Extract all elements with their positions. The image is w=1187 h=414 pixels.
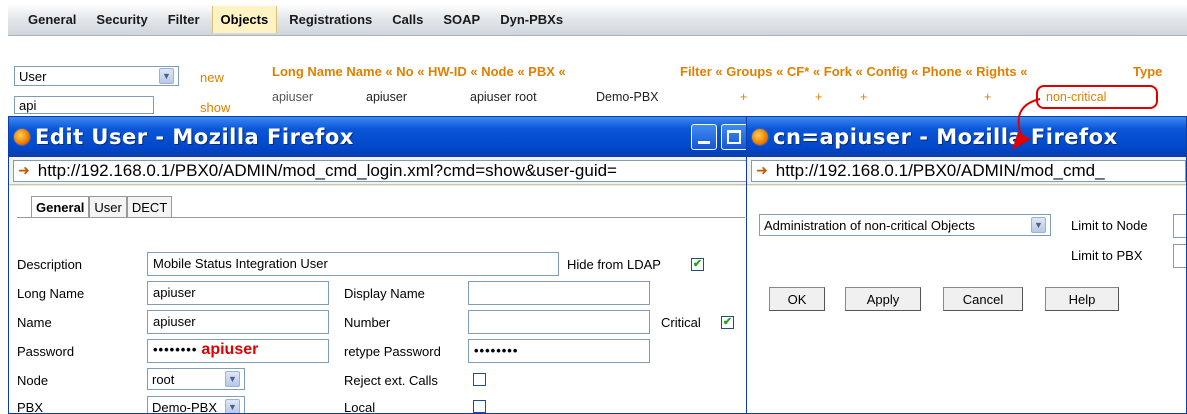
- description-field[interactable]: Mobile Status Integration User: [147, 252, 559, 276]
- hide-ldap-checkbox[interactable]: ✔: [691, 258, 704, 271]
- cell-node: root: [515, 90, 537, 104]
- table-header-main[interactable]: Long Name Name « No « HW-ID « Node « PBX…: [272, 64, 566, 79]
- limit-node-label: Limit to Node: [1071, 218, 1148, 233]
- reject-ext-calls-checkbox[interactable]: [473, 373, 486, 386]
- name-field[interactable]: apiuser: [147, 310, 329, 334]
- nav-tab-dyn-pbxs[interactable]: Dyn-PBXs: [492, 6, 571, 33]
- edit-user-url-text: http://192.168.0.1/PBX0/ADMIN/mod_cmd_lo…: [37, 160, 617, 180]
- retype-password-dots: ••••••••: [474, 343, 519, 358]
- nav-tab-security[interactable]: Security: [88, 6, 155, 33]
- nav-tab-soap[interactable]: SOAP: [435, 6, 488, 33]
- tab-user[interactable]: User: [89, 196, 127, 217]
- rights-titlebar[interactable]: cn=apiuser - Mozilla Firefox: [747, 117, 1186, 157]
- rights-content: Administration of non-critical Objects ▼…: [747, 186, 1186, 413]
- rights-urlbar: ➜ http://192.168.0.1/PBX0/ADMIN/mod_cmd_: [747, 157, 1186, 185]
- rights-title: cn=apiuser - Mozilla Firefox: [773, 125, 1118, 149]
- table-header-right[interactable]: Filter « Groups « CF* « Fork « Config « …: [680, 64, 1027, 79]
- number-field[interactable]: [468, 310, 650, 334]
- critical-label: Critical: [661, 315, 701, 330]
- apply-button[interactable]: Apply: [845, 287, 921, 311]
- cell-groups-plus[interactable]: +: [815, 90, 822, 104]
- nav-tab-filter[interactable]: Filter: [160, 6, 208, 33]
- rights-url-field[interactable]: ➜ http://192.168.0.1/PBX0/ADMIN/mod_cmd_: [751, 159, 1186, 182]
- maximize-icon: [727, 130, 741, 144]
- minimize-icon: [698, 141, 710, 144]
- cell-filter-plus[interactable]: +: [740, 90, 747, 104]
- search-input-value: api: [19, 97, 37, 113]
- reject-ext-calls-label: Reject ext. Calls: [344, 373, 438, 388]
- show-link[interactable]: show: [200, 100, 230, 115]
- page-arrow-icon: ➜: [18, 162, 30, 178]
- cell-name: apiuser: [366, 90, 407, 104]
- password-field[interactable]: •••••••• apiuser: [147, 339, 329, 363]
- limit-pbx-label: Limit to PBX: [1071, 248, 1143, 263]
- pbx-select-value: Demo-PBX: [152, 399, 218, 414]
- tab-general[interactable]: General: [31, 196, 90, 217]
- hide-ldap-label: Hide from LDAP: [567, 257, 661, 272]
- retype-password-label: retype Password: [344, 344, 441, 359]
- cell-cf-plus[interactable]: +: [860, 90, 867, 104]
- object-type-value: User: [19, 68, 47, 84]
- edit-user-urlbar: ➜ http://192.168.0.1/PBX0/ADMIN/mod_cmd_…: [9, 157, 751, 185]
- pbx-label: PBX: [17, 400, 44, 414]
- cancel-button[interactable]: Cancel: [943, 287, 1023, 311]
- long-name-field[interactable]: apiuser: [147, 281, 329, 305]
- node-select-value: root: [152, 371, 175, 387]
- node-select[interactable]: root ▼: [147, 368, 245, 390]
- cell-hw-id: apiuser: [470, 90, 511, 104]
- edit-user-url-field[interactable]: ➜ http://192.168.0.1/PBX0/ADMIN/mod_cmd_…: [13, 159, 751, 182]
- edit-user-titlebar[interactable]: Edit User - Mozilla Firefox: [9, 117, 751, 157]
- long-name-label: Long Name: [17, 286, 85, 301]
- node-label: Node: [17, 373, 49, 388]
- search-input[interactable]: api: [14, 96, 154, 114]
- critical-checkbox[interactable]: ✔: [721, 316, 734, 329]
- chevron-down-icon: ▼: [159, 68, 174, 84]
- nav-tab-calls[interactable]: Calls: [384, 6, 431, 33]
- table-header-type[interactable]: Type: [1133, 64, 1162, 79]
- edit-user-tabs: General User DECT: [31, 196, 173, 217]
- display-name-label: Display Name: [344, 286, 425, 301]
- description-label: Description: [17, 257, 83, 272]
- rights-url-text: http://192.168.0.1/PBX0/ADMIN/mod_cmd_: [775, 160, 1105, 180]
- object-type-select[interactable]: User ▼: [14, 66, 179, 86]
- nav-tab-general[interactable]: General: [20, 6, 84, 33]
- password-label: Password: [17, 344, 75, 359]
- cell-phone-plus[interactable]: +: [984, 90, 991, 104]
- display-name-field[interactable]: [468, 281, 650, 305]
- limit-node-field[interactable]: [1173, 214, 1186, 238]
- new-link[interactable]: new: [200, 70, 224, 85]
- password-dots: ••••••••: [153, 342, 198, 357]
- tab-divider: [17, 217, 745, 218]
- password-annotation: apiuser: [201, 341, 259, 358]
- page-arrow-icon: ➜: [756, 162, 768, 178]
- help-button[interactable]: Help: [1045, 287, 1119, 311]
- firefox-icon: [13, 128, 31, 146]
- number-label: Number: [344, 315, 391, 330]
- chevron-down-icon: ▼: [1031, 217, 1046, 233]
- local-label: Local: [344, 400, 376, 414]
- edit-user-title: Edit User - Mozilla Firefox: [35, 125, 354, 149]
- pbx-select[interactable]: Demo-PBX ▼: [147, 396, 245, 414]
- ok-button[interactable]: OK: [769, 287, 825, 311]
- rights-window: cn=apiuser - Mozilla Firefox ➜ http://19…: [746, 116, 1187, 414]
- name-label: Name: [17, 315, 52, 330]
- edit-user-content: General User DECT Description Mobile Sta…: [9, 186, 751, 414]
- limit-pbx-field[interactable]: [1173, 244, 1186, 268]
- annotation-highlight-box: [1036, 85, 1158, 109]
- rights-level-select[interactable]: Administration of non-critical Objects ▼: [759, 214, 1051, 236]
- minimize-button[interactable]: [691, 124, 717, 150]
- firefox-icon: [751, 128, 769, 146]
- nav-tab-registrations[interactable]: Registrations: [281, 6, 380, 33]
- tab-dect[interactable]: DECT: [126, 196, 173, 217]
- local-checkbox[interactable]: [473, 400, 486, 413]
- nav-tab-objects[interactable]: Objects: [211, 6, 278, 33]
- chevron-down-icon: ▼: [225, 399, 240, 413]
- cell-pbx: Demo-PBX: [596, 90, 659, 104]
- retype-password-field[interactable]: ••••••••: [468, 339, 650, 363]
- chevron-down-icon: ▼: [225, 371, 240, 387]
- main-nav: General Security Filter Objects Registra…: [8, 4, 1187, 36]
- rights-level-value: Administration of non-critical Objects: [764, 217, 975, 233]
- edit-user-window: Edit User - Mozilla Firefox ➜ http://192…: [8, 116, 752, 414]
- cell-long-name[interactable]: apiuser: [272, 90, 313, 104]
